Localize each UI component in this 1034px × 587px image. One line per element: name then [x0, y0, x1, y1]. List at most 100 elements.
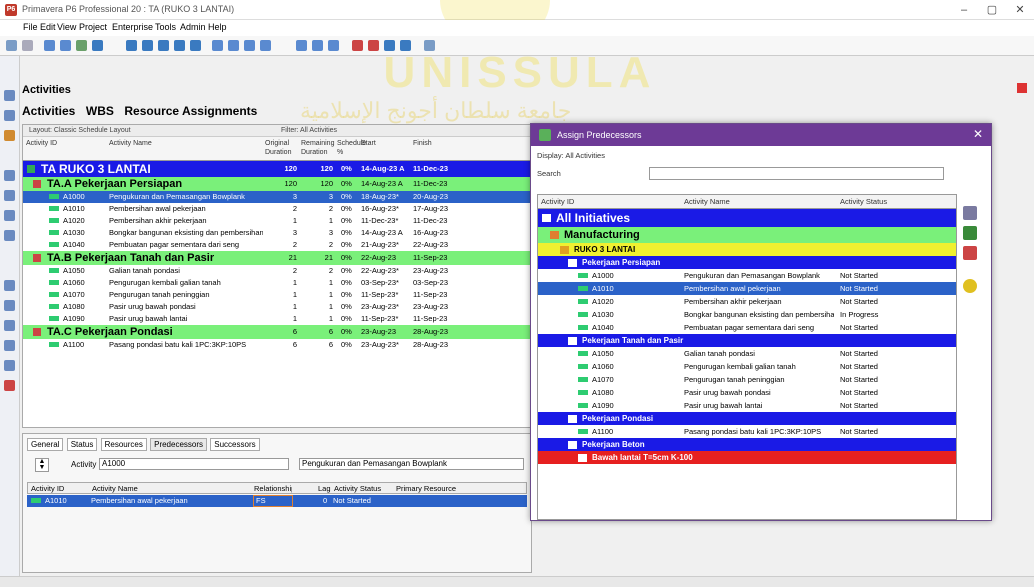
pcol-name[interactable]: Activity Name: [92, 484, 138, 493]
summarize-icon[interactable]: [190, 40, 201, 51]
tab-resource-assignments[interactable]: Resource Assignments: [124, 104, 257, 118]
thresholds-icon[interactable]: [4, 360, 15, 371]
level-icon[interactable]: [142, 40, 153, 51]
wbs-row[interactable]: Bawah lantai T=5cm K-100: [538, 451, 956, 464]
menu-project[interactable]: Project: [79, 22, 107, 32]
pk-col-status[interactable]: Activity Status: [840, 197, 887, 206]
tab-general[interactable]: General: [27, 438, 64, 451]
display-filter[interactable]: Display: All Activities: [537, 151, 605, 160]
activity-row[interactable]: A1100 Pasang pondasi batu kali 1PC:3KP:10…: [23, 339, 531, 351]
tab-wbs[interactable]: WBS: [86, 104, 114, 118]
forward-icon[interactable]: [22, 40, 33, 51]
dialog-help-icon[interactable]: [963, 279, 977, 293]
progress-icon[interactable]: [296, 40, 307, 51]
tab-successors[interactable]: Successors: [210, 438, 260, 451]
picker-activity-row[interactable]: A1020 Pembersihan akhir pekerjaan Not Star…: [538, 295, 956, 308]
restore-button[interactable]: ▢: [978, 2, 1006, 18]
tab-activities[interactable]: Activities: [22, 104, 75, 118]
remove-icon[interactable]: [963, 246, 977, 260]
wbs-row[interactable]: TA.B Pekerjaan Tanah dan Pasir 21 21 0% 22-A…: [23, 251, 531, 265]
picker-activity-row[interactable]: A1100 Pasang pondasi batu kali 1PC:3KP:10…: [538, 425, 956, 438]
picker-activity-row[interactable]: A1070 Pengurugan tanah peninggian Not Star…: [538, 373, 956, 386]
menu-file[interactable]: File: [23, 22, 38, 32]
risks-icon[interactable]: [4, 280, 15, 291]
wbs-row[interactable]: TA.A Pekerjaan Persiapan 120 120 0% 14-Aug-2…: [23, 177, 531, 191]
nav-arrows-icon[interactable]: ▲ ▼: [35, 458, 49, 472]
reports-icon[interactable]: [4, 320, 15, 331]
activity-row[interactable]: A1030 Bongkar bangunan eksisting dan pemb…: [23, 227, 531, 239]
menu-tools[interactable]: Tools: [155, 22, 176, 32]
activity-row[interactable]: A1060 Pengurugan kembali galian tanah 1 1 0%…: [23, 277, 531, 289]
pcol-primary-resource[interactable]: Primary Resource: [396, 484, 456, 493]
menu-view[interactable]: View: [57, 22, 76, 32]
projects-icon[interactable]: [4, 90, 15, 101]
minimize-button[interactable]: –: [950, 2, 978, 18]
filter-icon[interactable]: [76, 40, 87, 51]
picker-activity-row[interactable]: A1080 Pasir urug bawah pondasi Not Started: [538, 386, 956, 399]
col-remaining-duration[interactable]: Remaining Duration: [301, 139, 335, 157]
picker-activity-row[interactable]: A1000 Pengukuran dan Pemasangan Bowplank N…: [538, 269, 956, 282]
activity-row[interactable]: A1070 Pengurugan tanah peninggian 1 1 0% 11-S…: [23, 289, 531, 301]
activity-name-field[interactable]: Pengukuran dan Pemasangan Bowplank: [299, 458, 524, 470]
activity-row[interactable]: A1080 Pasir urug bawah pondasi 1 1 0% 23-Aug-…: [23, 301, 531, 313]
menu-admin[interactable]: Admin: [180, 22, 206, 32]
search-input[interactable]: [649, 167, 944, 180]
network-icon[interactable]: [260, 40, 271, 51]
expenses-icon[interactable]: [4, 380, 15, 391]
layout-label[interactable]: Layout: Classic Schedule Layout: [29, 127, 131, 134]
zoom-in-icon[interactable]: [384, 40, 395, 51]
resources-icon[interactable]: [4, 130, 15, 141]
pcol-relationship[interactable]: Relationship: [254, 484, 292, 493]
menu-edit[interactable]: Edit: [40, 22, 56, 32]
picker-activity-row[interactable]: A1060 Pengurugan kembali galian tanah Not …: [538, 360, 956, 373]
report-icon[interactable]: [352, 40, 363, 51]
picker-activity-row[interactable]: A1010 Pembersihan awal pekerjaan Not Start…: [538, 282, 956, 295]
picker-activity-row[interactable]: A1040 Pembuatan pagar sementara dari seng…: [538, 321, 956, 334]
assign-icon[interactable]: [963, 206, 977, 220]
wbs-row[interactable]: Pekerjaan Persiapan: [538, 256, 956, 269]
activity-row[interactable]: A1000 Pengukuran dan Pemasangan Bowplank 3…: [23, 191, 531, 203]
columns-icon[interactable]: [60, 40, 71, 51]
zoom-icon[interactable]: [312, 40, 323, 51]
col-original-duration[interactable]: Original Duration: [265, 139, 299, 157]
tab-resources[interactable]: Resources: [100, 438, 147, 451]
manufacturing-row[interactable]: Manufacturing: [538, 227, 956, 243]
pred-row[interactable]: A1010 Pembersihan awal pekerjaan FS 0 No…: [27, 495, 527, 507]
project-row[interactable]: TA RUKO 3 LANTAI 120 120 0% 14-Aug-23 A 11-De…: [23, 161, 531, 177]
project-row[interactable]: RUKO 3 LANTAI: [538, 243, 956, 256]
filter-label[interactable]: Filter: All Activities: [281, 127, 337, 134]
pcol-lag[interactable]: Lag: [318, 484, 331, 493]
issues-icon[interactable]: [4, 300, 15, 311]
col-finish[interactable]: Finish: [413, 139, 432, 148]
back-icon[interactable]: [6, 40, 17, 51]
picker-activity-row[interactable]: A1050 Galian tanah pondasi Not Started: [538, 347, 956, 360]
col-activity-name[interactable]: Activity Name: [109, 139, 152, 148]
bars-icon[interactable]: [212, 40, 223, 51]
help-icon[interactable]: [424, 40, 435, 51]
print-icon[interactable]: [328, 40, 339, 51]
zoom-out-icon[interactable]: [400, 40, 411, 51]
schedule-icon[interactable]: [126, 40, 137, 51]
initiatives-row[interactable]: All Initiatives: [538, 209, 956, 227]
dialog-close-button[interactable]: ✕: [973, 127, 983, 141]
activity-row[interactable]: A1010 Pembersihan awal pekerjaan 2 2 0% 16-Au…: [23, 203, 531, 215]
activity-row[interactable]: A1050 Galian tanah pondasi 2 2 0% 22-Aug-23* 2…: [23, 265, 531, 277]
wbs-row[interactable]: Pekerjaan Tanah dan Pasir: [538, 334, 956, 347]
baseline-icon[interactable]: [174, 40, 185, 51]
col-start[interactable]: Start: [361, 139, 376, 148]
activity-id-field[interactable]: A1000: [99, 458, 289, 470]
pcol-status[interactable]: Activity Status: [334, 484, 381, 493]
chart-icon[interactable]: [368, 40, 379, 51]
spreadsheet-icon[interactable]: [228, 40, 239, 51]
add-icon[interactable]: [963, 226, 977, 240]
picker-activity-row[interactable]: A1030 Bongkar bangunan eksisting dan pemb…: [538, 308, 956, 321]
tracking-icon[interactable]: [4, 340, 15, 351]
activity-row[interactable]: A1040 Pembuatan pagar sementara dari seng…: [23, 239, 531, 251]
col-activity-id[interactable]: Activity ID: [26, 139, 57, 148]
activities-nav-icon[interactable]: [4, 190, 15, 201]
work-products-icon[interactable]: [4, 230, 15, 241]
wbs-row[interactable]: TA.C Pekerjaan Pondasi 6 6 0% 23-Aug-23 28-Au…: [23, 325, 531, 339]
close-window-button[interactable]: ✕: [1006, 2, 1034, 18]
gantt-icon[interactable]: [244, 40, 255, 51]
wbs-nav-icon[interactable]: [4, 170, 15, 181]
